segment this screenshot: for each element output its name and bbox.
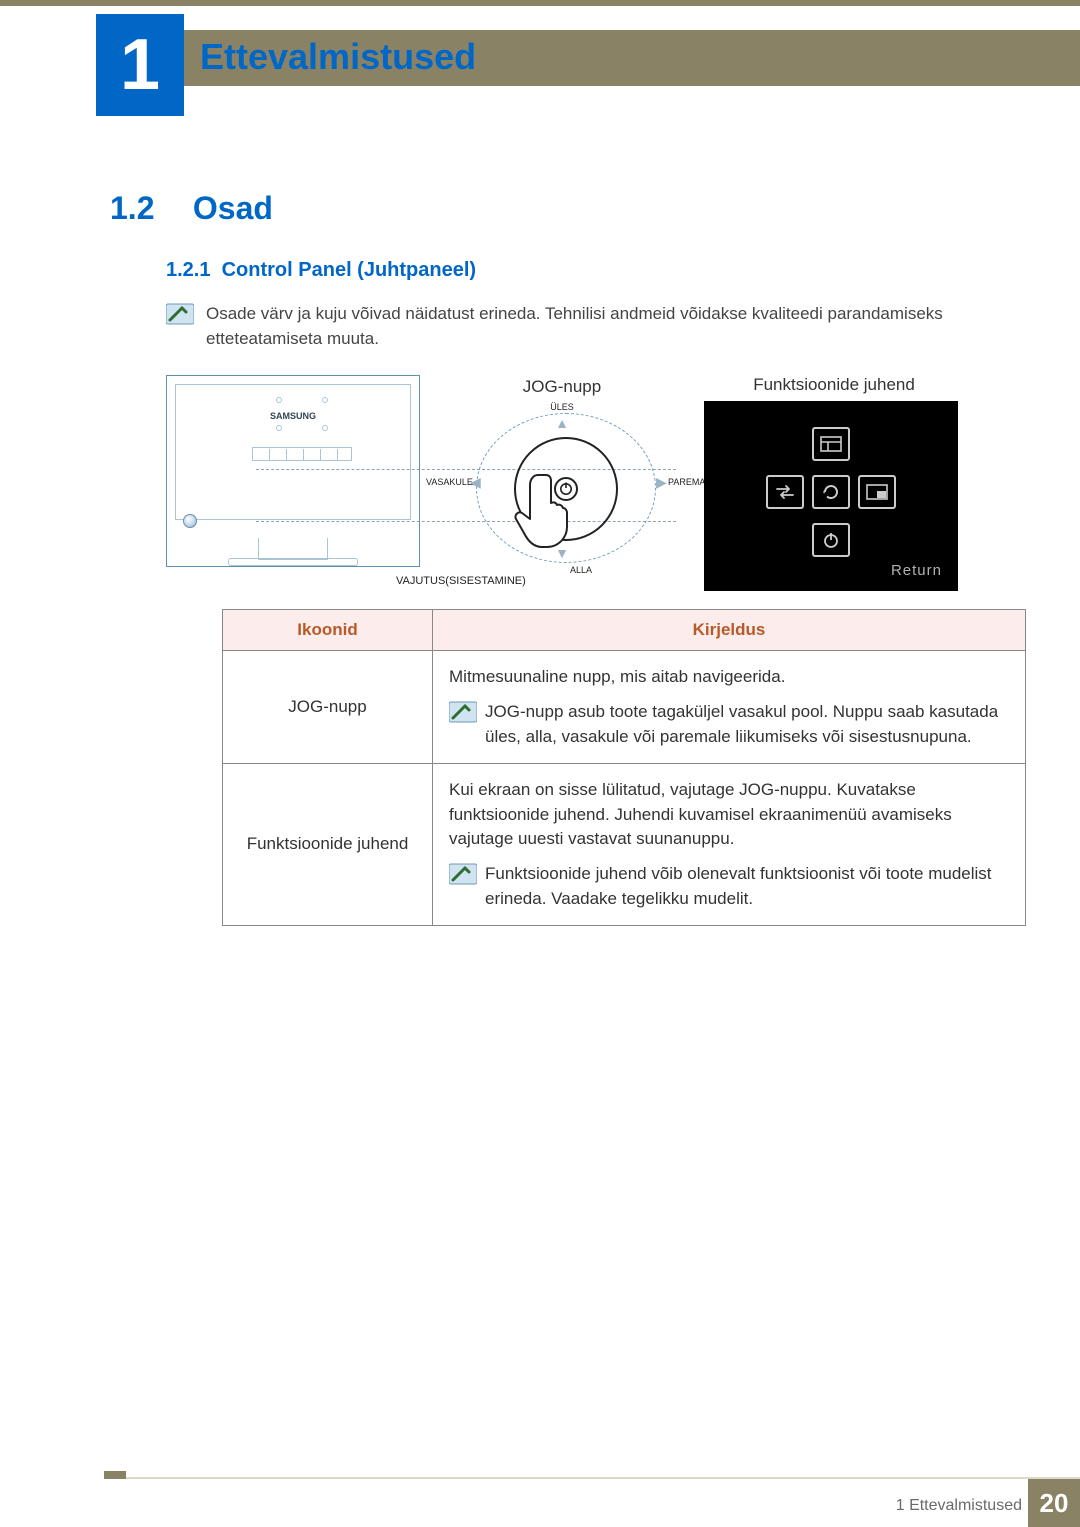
monitor-diagram: SAMSUNG bbox=[166, 375, 420, 567]
vesa-hole-icon bbox=[276, 425, 282, 431]
row-desc: Kui ekraan on sisse lülitatud, vajutage … bbox=[433, 764, 1026, 926]
monitor-back: SAMSUNG bbox=[175, 384, 411, 520]
finger-icon bbox=[512, 471, 572, 549]
th-desc: Kirjeldus bbox=[433, 610, 1026, 651]
jog-label: JOG-nupp bbox=[523, 377, 601, 397]
osd-source-icon bbox=[766, 475, 804, 509]
osd-refresh-icon bbox=[812, 475, 850, 509]
arrow-right-icon: ▶ bbox=[656, 474, 667, 491]
description-table: Ikoonid Kirjeldus JOG-nupp Mitmesuunalin… bbox=[222, 609, 1026, 926]
osd-return-label: Return bbox=[891, 562, 942, 579]
brand-label: SAMSUNG bbox=[270, 411, 316, 421]
row-desc-main: Kui ekraan on sisse lülitatud, vajutage … bbox=[449, 778, 1009, 852]
note-icon bbox=[166, 302, 194, 331]
lead-note-text: Osade värv ja kuju võivad näidatust erin… bbox=[206, 302, 970, 351]
port-row bbox=[252, 447, 352, 461]
osd-menu-icon bbox=[812, 427, 850, 461]
row-icon-label: Funktsioonide juhend bbox=[223, 764, 433, 926]
section-body: 1.2 Osad 1.2.1 Control Panel (Juhtpaneel… bbox=[110, 190, 970, 926]
osd-caption: Funktsioonide juhend bbox=[704, 375, 964, 395]
lead-note: Osade värv ja kuju võivad näidatust erin… bbox=[166, 302, 970, 351]
top-accent-bar bbox=[0, 0, 1080, 6]
subsection-heading: 1.2.1 Control Panel (Juhtpaneel) bbox=[166, 259, 970, 282]
osd-panel: Funktsioonide juhend bbox=[704, 375, 964, 591]
table-row: Funktsioonide juhend Kui ekraan on sisse… bbox=[223, 764, 1026, 926]
chapter-number-tab: 1 bbox=[96, 14, 184, 116]
dir-up-label: ÜLES bbox=[550, 402, 574, 412]
page: 1 Ettevalmistused 1.2 Osad 1.2.1 Control… bbox=[0, 0, 1080, 1527]
dir-down-label: ALLA bbox=[570, 565, 592, 575]
table-row: JOG-nupp Mitmesuunaline nupp, mis aitab … bbox=[223, 651, 1026, 764]
section-heading: 1.2 Osad bbox=[110, 190, 970, 227]
monitor-stand bbox=[258, 538, 328, 560]
row-desc-note: JOG-nupp asub toote tagaküljel vasakul p… bbox=[485, 700, 1009, 749]
chapter-title: Ettevalmistused bbox=[200, 36, 476, 78]
vesa-hole-icon bbox=[276, 397, 282, 403]
section-title: Osad bbox=[193, 190, 273, 226]
footer-caption: 1 Ettevalmistused bbox=[896, 1497, 1022, 1515]
row-icon-label: JOG-nupp bbox=[223, 651, 433, 764]
page-footer: 1 Ettevalmistused 20 bbox=[0, 1479, 1080, 1527]
dir-left-label: VASAKULE bbox=[426, 477, 473, 487]
row-desc-main: Mitmesuunaline nupp, mis aitab navigeeri… bbox=[449, 665, 1009, 690]
power-led-icon bbox=[183, 514, 197, 528]
th-icons: Ikoonid bbox=[223, 610, 433, 651]
footer-accent bbox=[104, 1471, 126, 1479]
section-number: 1.2 bbox=[110, 190, 184, 227]
note-icon bbox=[449, 700, 477, 732]
subsection-title: Control Panel (Juhtpaneel) bbox=[222, 259, 476, 281]
footer-rule bbox=[104, 1477, 1080, 1479]
description-table-wrap: Ikoonid Kirjeldus JOG-nupp Mitmesuunalin… bbox=[166, 609, 970, 926]
figure-row: SAMSUNG JOG-nupp ÜLES ▲ bbox=[166, 375, 970, 591]
arrow-down-icon: ▼ bbox=[555, 545, 569, 561]
osd-pip-icon bbox=[858, 475, 896, 509]
row-desc-note: Funktsioonide juhend võib olenevalt funk… bbox=[485, 862, 1009, 911]
subsection-number: 1.2.1 bbox=[166, 259, 210, 281]
press-label: VAJUTUS(SISESTAMINE) bbox=[396, 575, 526, 587]
footer-page-number: 20 bbox=[1028, 1479, 1080, 1527]
vesa-hole-icon bbox=[322, 425, 328, 431]
vesa-hole-icon bbox=[322, 397, 328, 403]
row-desc: Mitmesuunaline nupp, mis aitab navigeeri… bbox=[433, 651, 1026, 764]
note-icon bbox=[449, 862, 477, 894]
osd-power-icon bbox=[812, 523, 850, 557]
monitor-base bbox=[228, 558, 358, 566]
osd-screen: Return bbox=[704, 401, 958, 591]
